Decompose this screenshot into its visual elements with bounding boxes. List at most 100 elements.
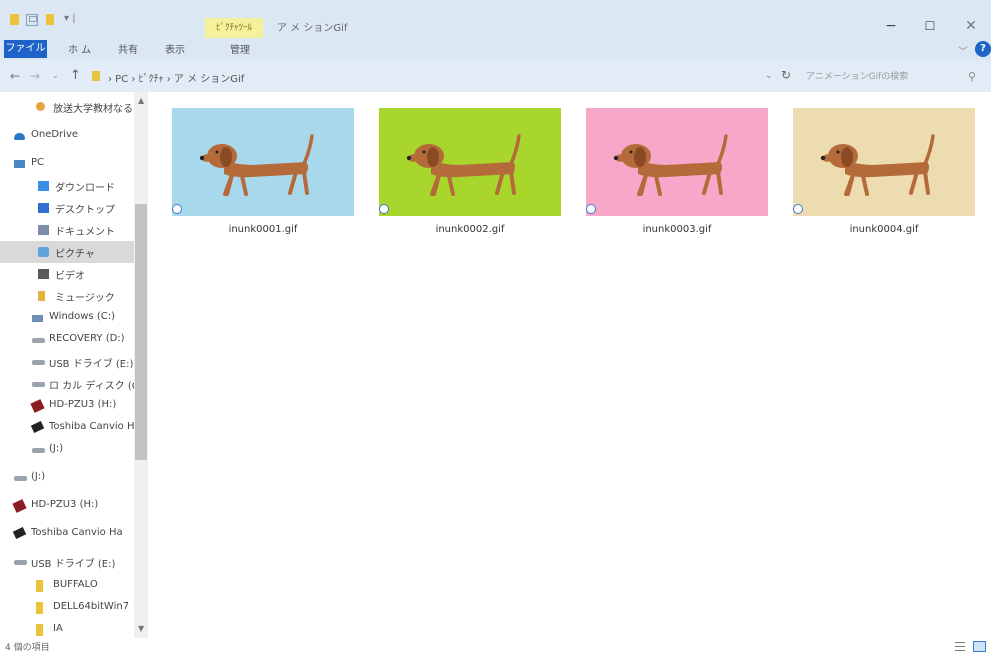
tab-home[interactable]: ホ ム <box>68 41 91 56</box>
folder-icon <box>36 602 43 614</box>
sidebar-item-label: ピクチャ <box>55 249 95 260</box>
title-bar: ▾ | ﾋﾟｸﾁｬﾂｰﾙ ア メ ションGif − ☐ ✕ <box>0 0 991 38</box>
pictures-icon <box>38 247 49 257</box>
sidebar-item[interactable]: HD-PZU3 (H:) <box>0 395 134 417</box>
sidebar-item[interactable]: Windows (C:) <box>0 307 134 329</box>
sync-status-icon <box>379 204 389 214</box>
onedrive-icon <box>14 133 25 140</box>
sidebar-item[interactable]: PC <box>0 153 134 175</box>
sidebar-item[interactable]: Toshiba Canvio Ha <box>0 523 134 545</box>
sidebar-item[interactable]: (J:) <box>0 467 134 489</box>
sidebar-item[interactable]: ドキュメント <box>0 219 134 241</box>
breadcrumb[interactable]: › PC › ﾋﾟｸﾁｬ › ア メ ションGif <box>108 70 244 85</box>
drive-icon <box>32 382 45 387</box>
sync-status-icon <box>793 204 803 214</box>
file-list[interactable]: inunk0001.gif inunk0002.gif inunk0003.gi… <box>148 92 991 638</box>
help-icon[interactable]: ? <box>975 41 991 57</box>
file-thumbnail[interactable] <box>379 108 561 216</box>
sidebar-item[interactable]: BUFFALO <box>0 575 134 597</box>
quick-access-dropdown[interactable]: ▾ | <box>64 13 76 24</box>
new-folder-icon[interactable] <box>46 14 54 25</box>
folder-icon <box>36 624 43 636</box>
file-name[interactable]: inunk0002.gif <box>379 224 561 235</box>
sidebar-item[interactable]: USB ドライブ (E:) <box>0 551 134 573</box>
close-button[interactable]: ✕ <box>960 18 982 34</box>
sync-status-icon <box>586 204 596 214</box>
tab-share[interactable]: 共有 <box>118 41 138 56</box>
sidebar-item[interactable]: ミュージック <box>0 285 134 307</box>
refresh-button[interactable]: ↻ <box>781 68 791 82</box>
up-button[interactable]: ↑ <box>70 68 81 83</box>
toshiba-icon <box>30 421 45 433</box>
search-icon[interactable]: ⚲ <box>968 70 976 83</box>
file-name[interactable]: inunk0004.gif <box>793 224 975 235</box>
sidebar-item[interactable]: IA <box>0 619 134 638</box>
scroll-up-arrow-icon[interactable]: ▲ <box>138 96 144 105</box>
sidebar-item-label: (J:) <box>49 443 64 454</box>
pc-icon <box>14 160 25 168</box>
sidebar-item[interactable]: USB ドライブ (E:) <box>0 351 134 373</box>
download-icon <box>38 181 49 191</box>
drive-icon <box>32 448 45 453</box>
navigation-pane[interactable]: 放送大学教材なる OneDrive PC ダウンロードデスクトップドキュメント ピクチャ… <box>0 92 148 638</box>
file-item[interactable]: inunk0002.gif <box>379 108 561 238</box>
video-icon <box>38 269 49 279</box>
properties-icon[interactable] <box>26 14 38 26</box>
sidebar-item[interactable]: (J:) <box>0 439 134 461</box>
sidebar-item[interactable]: 放送大学教材なる <box>0 96 134 118</box>
sidebar-item-label: BUFFALO <box>53 579 98 590</box>
file-item[interactable]: inunk0004.gif <box>793 108 975 238</box>
sidebar-item-label: DELL64bitWin7 <box>53 601 130 612</box>
hd-icon <box>30 399 45 413</box>
file-thumbnail[interactable] <box>793 108 975 216</box>
tab-file[interactable]: ファイル <box>4 40 47 58</box>
sidebar-item[interactable]: ロ カル ディスク (G <box>0 373 134 395</box>
details-view-button[interactable] <box>955 641 967 652</box>
sidebar-item[interactable]: DELL64bitWin7 <box>0 597 134 619</box>
sidebar-item[interactable]: HD-PZU3 (H:) <box>0 495 134 517</box>
sidebar-item[interactable]: ピクチャ <box>0 241 134 263</box>
sidebar-item-label: IA <box>53 623 63 634</box>
large-icons-view-button[interactable] <box>973 641 986 652</box>
maximize-button[interactable]: ☐ <box>919 19 941 33</box>
tab-view[interactable]: 表示 <box>165 41 185 56</box>
folder-icon <box>92 71 100 81</box>
recent-locations-button[interactable]: ⌄ <box>52 71 59 80</box>
address-dropdown-button[interactable]: ⌄ <box>765 71 773 81</box>
scroll-down-arrow-icon[interactable]: ▼ <box>138 624 144 633</box>
forward-button[interactable]: → <box>30 69 40 83</box>
sidebar-item[interactable]: ダウンロード <box>0 175 134 197</box>
sidebar-item[interactable]: RECOVERY (D:) <box>0 329 134 351</box>
sidebar-item[interactable]: OneDrive <box>0 125 134 147</box>
sidebar-item-label: ダウンロード <box>55 183 115 194</box>
back-button[interactable]: ← <box>10 69 20 83</box>
music-icon <box>38 291 45 301</box>
folder-icon <box>36 580 43 592</box>
drive-icon <box>14 560 27 565</box>
file-item[interactable]: inunk0001.gif <box>172 108 354 238</box>
sidebar-item[interactable]: Toshiba Canvio H <box>0 417 134 439</box>
minimize-button[interactable]: − <box>880 18 902 34</box>
sidebar-item[interactable]: ビデオ <box>0 263 134 285</box>
drive-icon <box>32 338 45 343</box>
address-bar[interactable]: › PC › ﾋﾟｸﾁｬ › ア メ ションGif <box>92 67 782 87</box>
sidebar-item-label: 放送大学教材なる <box>53 104 133 115</box>
file-item[interactable]: inunk0003.gif <box>586 108 768 238</box>
tab-manage[interactable]: 管理 <box>230 41 250 56</box>
sidebar-item-label: (J:) <box>31 471 46 482</box>
sidebar-scrollbar-thumb[interactable] <box>135 204 147 460</box>
window-title: ア メ ションGif <box>277 23 348 34</box>
file-thumbnail[interactable] <box>586 108 768 216</box>
sidebar-item-label: HD-PZU3 (H:) <box>49 399 117 410</box>
search-box[interactable]: ⚲ <box>800 67 985 87</box>
sidebar-item[interactable]: デスクトップ <box>0 197 134 219</box>
file-thumbnail[interactable] <box>172 108 354 216</box>
sidebar-item-label: ミュージック <box>55 293 115 304</box>
chevron-down-icon[interactable]: ﹀ <box>958 43 968 58</box>
sidebar-item-label: HD-PZU3 (H:) <box>31 499 99 510</box>
file-name[interactable]: inunk0001.gif <box>172 224 354 235</box>
gear-icon <box>36 102 45 111</box>
file-name[interactable]: inunk0003.gif <box>586 224 768 235</box>
search-input[interactable] <box>806 68 956 86</box>
sidebar-item-label: ドキュメント <box>55 227 115 238</box>
